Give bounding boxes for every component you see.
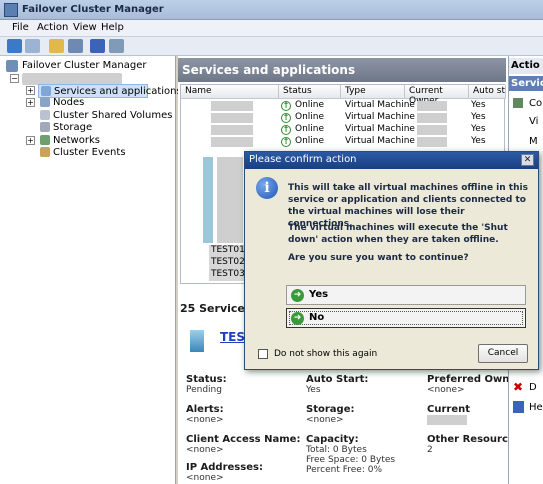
events-icon	[40, 147, 50, 157]
storage-icon	[40, 122, 50, 132]
current-owner-redacted	[427, 415, 467, 425]
vm-icons-column	[203, 157, 213, 243]
cluster-manager-icon	[4, 3, 18, 17]
autostart-value: Yes	[306, 385, 321, 395]
owner-redacted	[417, 137, 447, 147]
actions-header: Actio	[509, 58, 543, 74]
table-row[interactable]: TEST02	[209, 257, 249, 269]
up-folder-icon[interactable]	[49, 39, 64, 53]
alerts-label: Alerts:	[186, 404, 224, 415]
table-row[interactable]: TEST01	[209, 245, 249, 257]
back-arrow-icon[interactable]	[7, 39, 22, 53]
delete-icon: ✖	[513, 380, 524, 394]
name-redacted	[211, 101, 253, 111]
col-header-type[interactable]: Type	[341, 85, 405, 99]
table-row[interactable]: ↑ Online Virtual Machine Yes	[181, 124, 506, 136]
dialog-question: Are you sure you want to continue?	[288, 253, 469, 263]
preferred-owners-value: <none>	[427, 385, 465, 395]
capacity-free: Free Space: 0 Bytes	[306, 455, 396, 465]
properties-icon[interactable]	[109, 39, 124, 53]
owner-redacted	[417, 101, 447, 111]
col-header-autostart[interactable]: Auto star	[469, 85, 506, 99]
table-row[interactable]: ↑ Online Virtual Machine Yes	[181, 100, 506, 112]
help-icon[interactable]	[90, 39, 105, 53]
cancel-button[interactable]: Cancel	[478, 344, 528, 363]
menu-view[interactable]: View	[73, 22, 97, 33]
services-icon	[41, 86, 51, 96]
status-label: Status:	[186, 374, 227, 385]
info-icon: i	[256, 177, 278, 199]
dont-show-label[interactable]: Do not show this again	[274, 349, 377, 359]
table-row[interactable]: TEST03	[209, 269, 249, 281]
table-row[interactable]: ↑ Online Virtual Machine Yes	[181, 112, 506, 124]
menu-action[interactable]: Action	[37, 22, 68, 33]
no-command-button[interactable]: ➜ No	[286, 308, 526, 328]
toolbar	[0, 37, 543, 56]
capacity-label: Capacity:	[306, 434, 359, 445]
online-status-icon: ↑	[281, 125, 291, 135]
status-value: Pending	[186, 385, 222, 395]
dont-show-checkbox[interactable]	[258, 349, 268, 359]
capacity-total: Total: 0 Bytes	[306, 445, 367, 455]
table-row[interactable]: ↑ Online Virtual Machine Yes	[181, 136, 506, 148]
arrow-right-icon: ➜	[291, 289, 304, 302]
name-redacted	[211, 137, 253, 147]
ip-label: IP Addresses:	[186, 462, 263, 473]
online-status-icon: ↑	[281, 101, 291, 111]
dialog-shutdown-note: The virtual machines will execute the 'S…	[288, 223, 508, 245]
other-resources-value: 2	[427, 445, 433, 455]
expand-services-icon[interactable]: +	[26, 86, 35, 95]
online-status-icon: ↑	[281, 137, 291, 147]
client-access-value: <none>	[186, 445, 224, 455]
autostart-label: Auto Start:	[306, 374, 369, 385]
online-status-icon: ↑	[281, 113, 291, 123]
expand-nodes-icon[interactable]: +	[26, 98, 35, 107]
action-delete[interactable]: D	[529, 382, 537, 393]
configure-icon	[513, 98, 523, 108]
tree-item-services[interactable]: Services and applications	[38, 84, 182, 98]
nodes-icon	[40, 97, 50, 107]
name-redacted	[211, 125, 253, 135]
names-redacted	[217, 157, 243, 243]
ip-value: <none>	[186, 473, 224, 483]
alerts-value: <none>	[186, 415, 224, 425]
action-help[interactable]: He	[529, 402, 543, 413]
expand-networks-icon[interactable]: +	[26, 136, 35, 145]
col-header-owner[interactable]: Current Owner	[405, 85, 469, 106]
forward-arrow-icon[interactable]	[25, 39, 40, 53]
networks-icon	[40, 135, 50, 145]
virtual-machine-icon	[190, 330, 204, 352]
help-icon	[513, 401, 524, 413]
client-access-label: Client Access Name:	[186, 434, 301, 445]
action-virtual[interactable]: Vi	[529, 116, 538, 127]
capacity-percent: Percent Free: 0%	[306, 465, 382, 475]
menu-file[interactable]: File	[12, 22, 29, 33]
window-title: Failover Cluster Manager	[22, 4, 164, 15]
yes-command-button[interactable]: ➜ Yes	[286, 285, 526, 305]
actions-subheader[interactable]: Servic	[509, 76, 543, 91]
show-hide-tree-icon[interactable]	[68, 39, 83, 53]
storage-label: Storage:	[306, 404, 355, 415]
close-icon[interactable]: ✕	[521, 154, 534, 166]
col-header-status[interactable]: Status	[279, 85, 341, 99]
navigation-tree: Failover Cluster Manager − + Services an…	[0, 56, 182, 484]
owner-redacted	[417, 125, 447, 135]
page-title: Services and applications	[178, 58, 506, 82]
app-window: Failover Cluster Manager File Action Vie…	[0, 0, 543, 484]
collapse-cluster-icon[interactable]: −	[10, 74, 19, 83]
name-redacted	[211, 113, 253, 123]
dialog-title: Please confirm action	[245, 152, 538, 169]
confirm-dialog: Please confirm action ✕ i This will take…	[244, 151, 539, 370]
action-configure[interactable]: Co	[529, 98, 542, 109]
menu-help[interactable]: Help	[101, 22, 124, 33]
cluster-manager-icon	[6, 60, 18, 72]
action-more[interactable]: M	[529, 136, 538, 147]
menu-bar: File Action View Help	[0, 20, 543, 37]
storage-value: <none>	[306, 415, 344, 425]
arrow-right-icon: ➜	[291, 312, 304, 325]
owner-redacted	[417, 113, 447, 123]
title-bar: Failover Cluster Manager	[0, 0, 543, 20]
col-header-name[interactable]: Name	[181, 85, 279, 99]
volume-icon	[40, 110, 50, 120]
